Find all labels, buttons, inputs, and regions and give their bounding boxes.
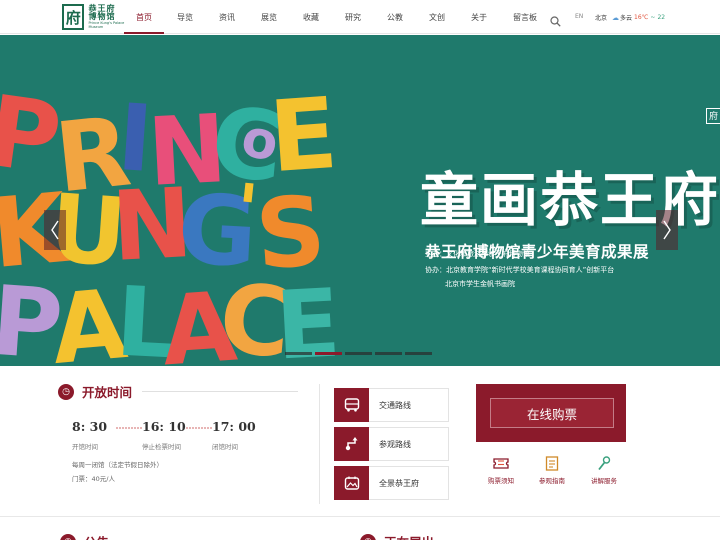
- seal-icon: 府: [62, 4, 85, 30]
- banner-letter-art: P R I N C E o K U N G ' S P A L A C E: [0, 74, 344, 366]
- weather-city: 北京: [595, 15, 608, 22]
- close-time-block: 17: 00 闭馆时间: [212, 419, 282, 451]
- cloud-icon: ☁: [612, 13, 620, 22]
- bus-icon: [334, 388, 369, 422]
- closing-day-note: 每周一闭馆（法定节假日除外）: [72, 461, 163, 469]
- buy-ticket-button[interactable]: 在线购票: [490, 398, 614, 428]
- open-time-value: 8: 30: [72, 419, 108, 434]
- quick-link-transport[interactable]: 交通路线: [334, 388, 449, 422]
- service-visit-guide[interactable]: 参观指南: [532, 456, 572, 485]
- current-exhibitions-title[interactable]: 正在展出: [384, 532, 434, 540]
- nav-guide[interactable]: 导览: [164, 0, 206, 34]
- wave-divider: [186, 427, 213, 429]
- section-divider: [0, 516, 720, 517]
- search-icon[interactable]: [550, 12, 561, 27]
- hero-banner[interactable]: P R I N C E o K U N G ' S P A L A C E 童画…: [0, 35, 720, 366]
- opening-hours-panel: ◷ 开放时间 8: 30 开馆时间 16: 10 停止检票时间 17: 00 闭…: [58, 382, 298, 502]
- service-ticket-notice[interactable]: 购票须知: [481, 456, 521, 485]
- close-time-label: 闭馆时间: [212, 443, 238, 451]
- heading-divider: [142, 391, 298, 392]
- stop-time: 16: 10: [142, 419, 213, 434]
- quick-link-route[interactable]: 参观路线: [334, 427, 449, 461]
- temperature-separator: ~: [650, 14, 656, 21]
- service-label: 购票须知: [488, 477, 514, 485]
- banner-corner-seal: 府: [706, 108, 720, 124]
- open-time: 8: 30: [72, 419, 143, 434]
- announcement-icon: ◉: [60, 533, 76, 540]
- open-time-block: 8: 30 开馆时间: [72, 419, 143, 451]
- banner-co-organizer: 协办：北京教育学院“新时代学校美育课程协同育人”创新平台: [425, 266, 615, 274]
- ticketing-panel: 在线购票: [476, 384, 626, 442]
- quick-link-label: 全景恭王府: [379, 478, 419, 488]
- nav-creative[interactable]: 文创: [416, 0, 458, 34]
- close-time: 17: 00: [212, 419, 282, 434]
- slide-dot-4[interactable]: [375, 352, 402, 355]
- wave-divider: [116, 427, 143, 429]
- microphone-icon: [584, 456, 624, 472]
- nav-exhibitions[interactable]: 展览: [248, 0, 290, 34]
- weather-condition: 多云: [620, 15, 633, 22]
- slide-dot-2[interactable]: [315, 352, 342, 355]
- temperature-low: 22: [657, 14, 666, 21]
- slide-dot-1[interactable]: [285, 352, 312, 355]
- exhibition-icon: ◉: [360, 533, 376, 540]
- ticket-price: 门票：40元/人: [72, 475, 115, 483]
- column-divider: [319, 384, 320, 504]
- stop-time-block: 16: 10 停止检票时间: [142, 419, 213, 451]
- panorama-icon: [334, 466, 369, 500]
- weather-widget: 北京 ☁ 多云 16℃ ~ 22: [595, 13, 666, 23]
- slide-indicators: [285, 352, 435, 355]
- main-nav: 首页 导览 资讯 展览 收藏 研究 公教 文创 关于 留言板: [124, 0, 550, 34]
- nav-collections[interactable]: 收藏: [290, 0, 332, 34]
- quick-link-label: 参观路线: [379, 439, 411, 449]
- banner-host: 主办：文化和旅游部恭王府博物馆: [425, 250, 530, 258]
- nav-education[interactable]: 公教: [374, 0, 416, 34]
- banner-co-organizer-2: 北京市学生金帆书画院: [445, 280, 515, 288]
- language-switch[interactable]: EN: [575, 13, 583, 20]
- nav-guestbook[interactable]: 留言板: [500, 0, 550, 34]
- hours-times: 8: 30 开馆时间 16: 10 停止检票时间 17: 00 闭馆时间: [72, 419, 282, 451]
- museum-logo[interactable]: 府 恭王府 博物馆 Prince Kung's Palace Museum: [62, 3, 132, 31]
- nav-research[interactable]: 研究: [332, 0, 374, 34]
- site-header: 府 恭王府 博物馆 Prince Kung's Palace Museum 首页…: [0, 0, 720, 34]
- opening-hours-heading: ◷ 开放时间: [58, 382, 298, 401]
- next-slide-button[interactable]: [656, 210, 678, 250]
- exhibitions-heading: ◉ 正在展出: [360, 532, 434, 540]
- slide-dot-5[interactable]: [405, 352, 432, 355]
- opening-hours-title: 开放时间: [82, 385, 133, 400]
- service-label: 参观指南: [539, 477, 565, 485]
- clock-icon: ◷: [58, 383, 74, 400]
- nav-about[interactable]: 关于: [458, 0, 500, 34]
- quick-link-panorama[interactable]: 全景恭王府: [334, 466, 449, 500]
- service-guide-tour[interactable]: 讲解服务: [584, 456, 624, 485]
- temperature-high: 16℃: [634, 14, 649, 21]
- service-label: 讲解服务: [591, 477, 617, 485]
- slide-dot-3[interactable]: [345, 352, 372, 355]
- route-icon: [334, 427, 369, 461]
- nav-home[interactable]: 首页: [124, 0, 164, 34]
- announcements-title[interactable]: 公告: [84, 532, 109, 540]
- ticket-icon: [481, 456, 521, 472]
- book-icon: [532, 456, 572, 472]
- quick-link-label: 交通路线: [379, 400, 411, 410]
- prev-slide-button[interactable]: [44, 210, 66, 250]
- announcements-heading: ◉ 公告: [60, 532, 109, 540]
- stop-time-label: 停止检票时间: [142, 443, 181, 451]
- stop-time-value: 16: 10: [142, 419, 186, 434]
- open-time-label: 开馆时间: [72, 443, 98, 451]
- close-time-value: 17: 00: [212, 419, 256, 434]
- nav-news[interactable]: 资讯: [206, 0, 248, 34]
